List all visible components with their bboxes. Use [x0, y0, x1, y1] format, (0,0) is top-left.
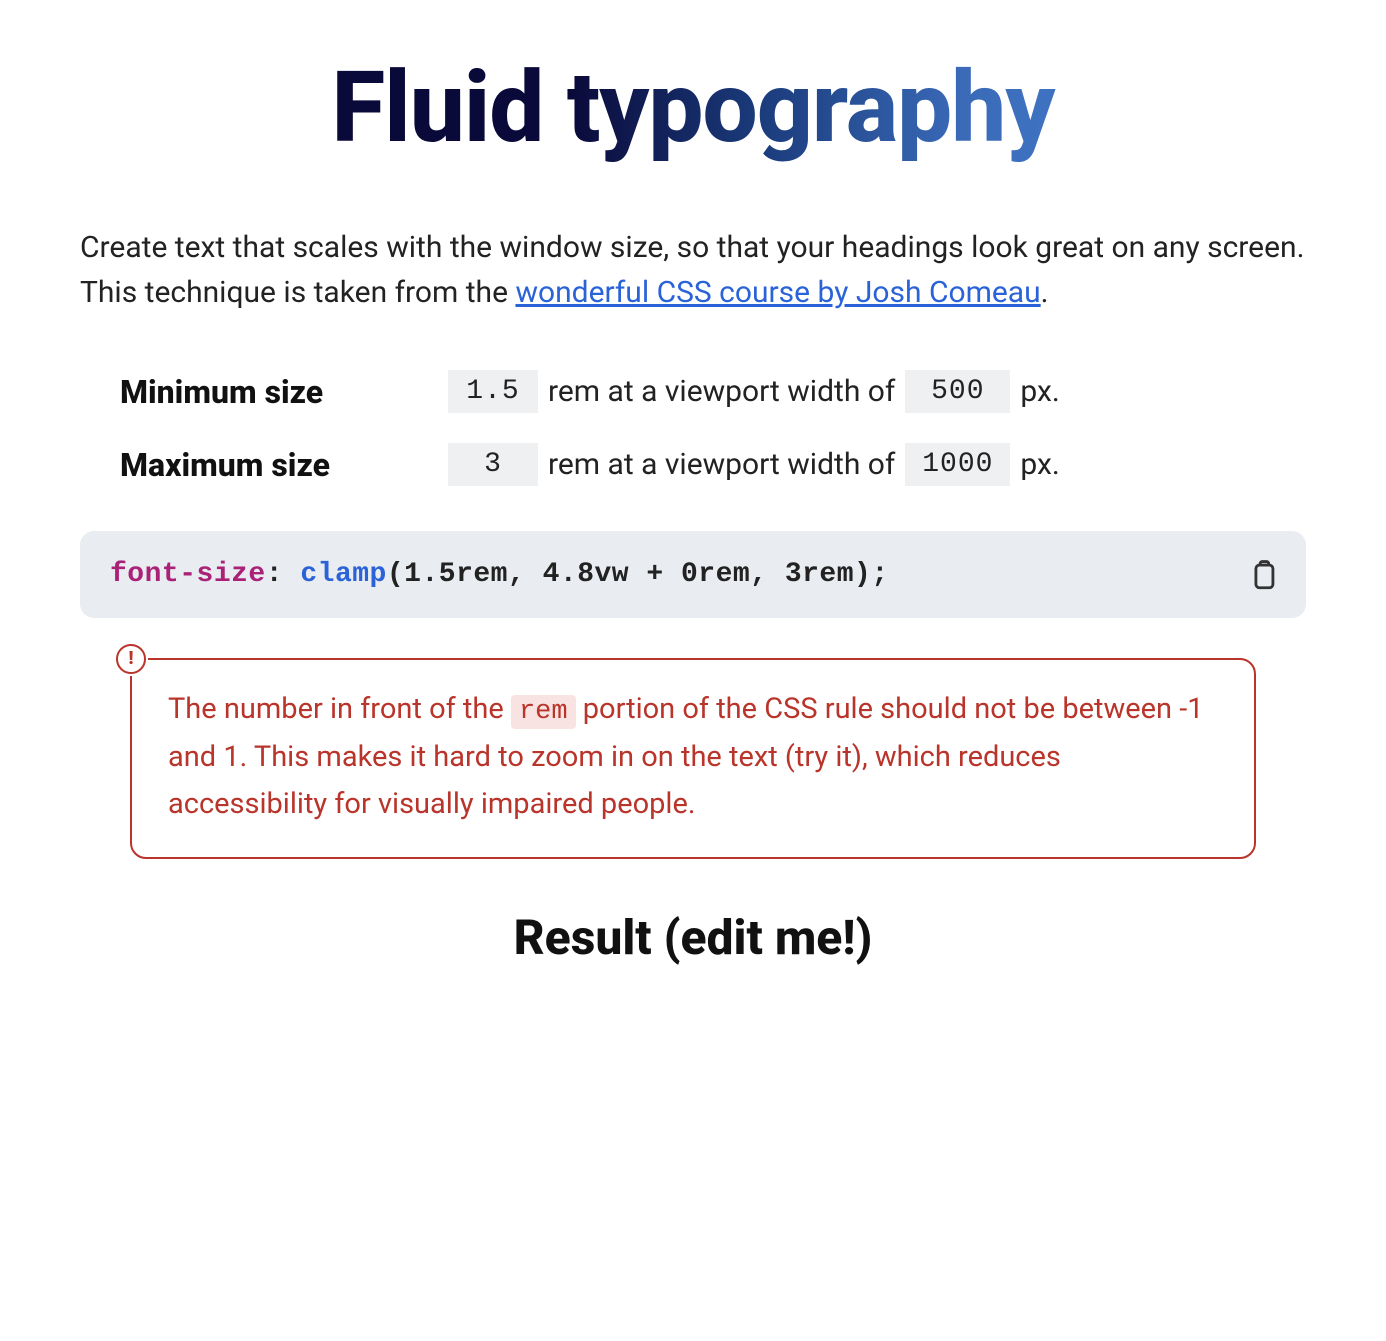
code-colon: : [266, 559, 301, 590]
controls-grid: Minimum size rem at a viewport width of … [80, 370, 1306, 486]
code-property: font-size [110, 559, 266, 590]
min-size-input[interactable] [448, 370, 538, 413]
code-rest: (1.5rem, 4.8vw + 0rem, 3rem); [387, 559, 889, 590]
intro-text-after: . [1041, 275, 1049, 310]
max-size-label: Maximum size [120, 446, 420, 484]
max-size-row: rem at a viewport width of px. [448, 443, 1306, 486]
copy-button[interactable] [1246, 558, 1280, 592]
course-link[interactable]: wonderful CSS course by Josh Comeau [515, 275, 1040, 310]
clipboard-icon [1246, 558, 1280, 592]
intro-paragraph: Create text that scales with the window … [80, 225, 1306, 315]
warning-text-before: The number in front of the [168, 692, 511, 726]
min-size-unit-text: rem at a viewport width of [548, 374, 895, 409]
page-title: Fluid typography [80, 50, 1306, 165]
css-output: font-size: clamp(1.5rem, 4.8vw + 0rem, 3… [80, 531, 1306, 618]
warning-code-token: rem [511, 695, 576, 729]
min-viewport-input[interactable] [905, 370, 1010, 413]
min-size-label: Minimum size [120, 373, 420, 411]
min-size-row: rem at a viewport width of px. [448, 370, 1306, 413]
max-viewport-input[interactable] [905, 443, 1010, 486]
accessibility-warning: ! The number in front of the rem portion… [130, 658, 1256, 859]
min-viewport-unit-text: px. [1020, 374, 1059, 409]
warning-icon-wrapper: ! [114, 642, 148, 676]
max-size-unit-text: rem at a viewport width of [548, 447, 895, 482]
result-heading[interactable]: Result (edit me!) [80, 909, 1306, 966]
max-viewport-unit-text: px. [1020, 447, 1059, 482]
alert-icon: ! [116, 644, 146, 674]
max-size-input[interactable] [448, 443, 538, 486]
code-function: clamp [300, 559, 387, 590]
